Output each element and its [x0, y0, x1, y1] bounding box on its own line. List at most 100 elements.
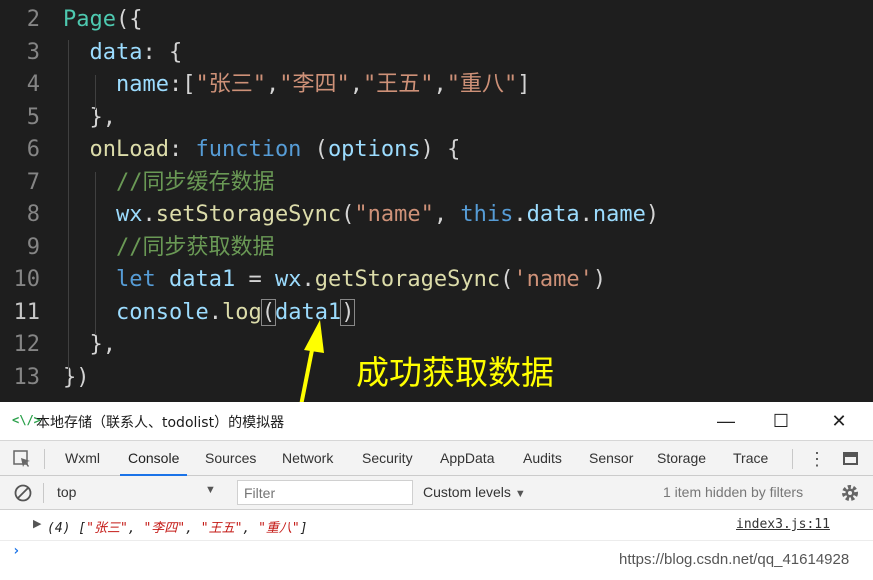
code-token: log	[221, 299, 262, 325]
log-item: "王五"	[200, 521, 243, 536]
code-text: data: {	[63, 37, 182, 69]
code-line[interactable]: 11 console.log(data1)	[0, 297, 873, 329]
code-token: name	[592, 202, 646, 227]
tab-security[interactable]: Security	[362, 441, 413, 476]
log-item: "张三"	[86, 521, 128, 536]
chevron-down-icon[interactable]: ▼	[205, 484, 216, 496]
line-number: 12	[13, 332, 41, 357]
window-title: 本地存储（联系人、todolist）的模拟器	[36, 415, 285, 431]
close-icon: ✕	[831, 410, 847, 431]
indent-guide	[95, 172, 96, 335]
line-number: 6	[26, 137, 40, 162]
tab-network[interactable]: Network	[282, 441, 333, 476]
code-token: data	[63, 39, 143, 65]
code-token: ]	[517, 72, 531, 97]
context-select[interactable]: top	[57, 484, 76, 500]
tab-storage[interactable]: Storage	[657, 441, 706, 476]
code-line[interactable]: 8 wx.setStorageSync("name", this.data.na…	[0, 199, 873, 231]
tab-trace[interactable]: Trace	[733, 441, 768, 476]
code-token: wx	[63, 202, 143, 227]
log-item: "李四"	[143, 521, 186, 536]
log-source-link[interactable]: index3.js:11	[736, 517, 830, 532]
code-token: .	[579, 202, 593, 227]
code-token: },	[63, 332, 116, 357]
tab-console[interactable]: Console	[119, 441, 188, 476]
console-prompt-icon[interactable]: ›	[12, 543, 20, 559]
code-text: name:["张三","李四","王五","重八"]	[63, 69, 531, 101]
code-text: wx.setStorageSync("name", this.data.name…	[63, 199, 659, 231]
code-editor[interactable]: 2 Page({3 data: {4 name:["张三","李四","王五","…	[0, 0, 873, 402]
code-token: ({	[115, 7, 143, 32]
dock-side-icon[interactable]	[843, 452, 858, 465]
code-text: },	[63, 329, 116, 361]
line-number: 11	[13, 299, 41, 325]
code-token: setStorageSync	[155, 202, 342, 227]
line-number: 13	[13, 364, 41, 390]
code-line[interactable]: 10 let data1 = wx.getStorageSync('name')	[0, 264, 873, 296]
log-item: "重八"	[258, 521, 300, 536]
log-entry[interactable]: ▶ (4) ["张三", "李四", "王五", "重八"] index3.js…	[0, 510, 873, 541]
log-suffix: ]	[299, 521, 308, 536]
code-line[interactable]: 3 data: {	[0, 37, 873, 69]
code-token: "王五"	[362, 72, 434, 97]
log-prefix: (4) [	[47, 521, 87, 536]
chevron-down-icon: ▼	[514, 488, 526, 500]
log-levels-select[interactable]: Custom levels ▼	[423, 484, 526, 500]
tab-wxml[interactable]: Wxml	[65, 441, 100, 476]
code-token: 'name'	[513, 267, 593, 292]
maximize-button[interactable]: ☐	[752, 402, 810, 440]
code-token: )	[645, 202, 660, 227]
code-token: "张三"	[195, 72, 266, 97]
code-text: let data1 = wx.getStorageSync('name')	[63, 264, 606, 296]
code-token: onLoad	[63, 137, 169, 162]
code-token: )	[592, 267, 607, 292]
code-token: ,	[433, 202, 461, 227]
code-token: data1	[274, 299, 342, 325]
clear-console-icon[interactable]	[14, 484, 32, 502]
gear-icon[interactable]	[840, 483, 860, 503]
filter-input[interactable]	[237, 480, 413, 505]
code-token: =	[235, 267, 275, 292]
close-button[interactable]: ✕	[810, 402, 868, 440]
code-token: : {	[142, 39, 183, 65]
code-text: console.log(data1)	[63, 297, 356, 329]
code-line[interactable]: 5 },	[0, 102, 873, 134]
expand-caret-icon[interactable]: ▶	[33, 517, 41, 530]
tab-sources[interactable]: Sources	[205, 441, 256, 476]
code-token: let	[63, 267, 156, 292]
code-line[interactable]: 7 //同步缓存数据	[0, 167, 873, 199]
code-line[interactable]: 4 name:["张三","李四","王五","重八"]	[0, 69, 873, 101]
indent-guide	[68, 40, 69, 375]
log-message: (4) ["张三", "李四", "王五", "重八"]	[47, 521, 308, 536]
code-line[interactable]: 6 onLoad: function (options) {	[0, 134, 873, 166]
code-text: },	[63, 102, 116, 134]
code-token: ,	[265, 72, 280, 97]
tab-appdata[interactable]: AppData	[440, 441, 494, 476]
code-text: onLoad: function (options) {	[63, 134, 460, 166]
line-number: 9	[26, 234, 40, 260]
code-line[interactable]: 2 Page({	[0, 4, 873, 36]
code-token: (	[341, 202, 355, 227]
toolbar-divider	[43, 483, 44, 503]
minimize-button[interactable]: —	[697, 402, 755, 440]
log-levels-label: Custom levels	[423, 484, 511, 500]
line-number: 5	[26, 104, 40, 130]
minimize-icon: —	[717, 410, 735, 431]
watermark: https://blog.csdn.net/qq_41614928	[619, 551, 850, 568]
line-number: 8	[26, 202, 40, 227]
tab-sensor[interactable]: Sensor	[589, 441, 633, 476]
more-options-icon[interactable]: ⋮	[808, 445, 826, 473]
inspect-element-icon[interactable]	[13, 450, 31, 468]
code-text: })	[63, 362, 90, 394]
devtools-window: <\/> 本地存储（联系人、todolist）的模拟器 — ☐ ✕ Wxml Co…	[0, 402, 873, 580]
code-token: data	[526, 202, 580, 227]
code-token: function	[195, 137, 302, 162]
code-token: data1	[168, 267, 236, 292]
code-token: ,	[349, 72, 363, 97]
tab-audits[interactable]: Audits	[523, 441, 562, 476]
code-token: name	[63, 72, 169, 97]
code-token: Page	[63, 7, 116, 32]
code-token: )	[340, 298, 356, 326]
code-line[interactable]: 9 //同步获取数据	[0, 232, 873, 264]
tab-divider	[44, 449, 45, 469]
